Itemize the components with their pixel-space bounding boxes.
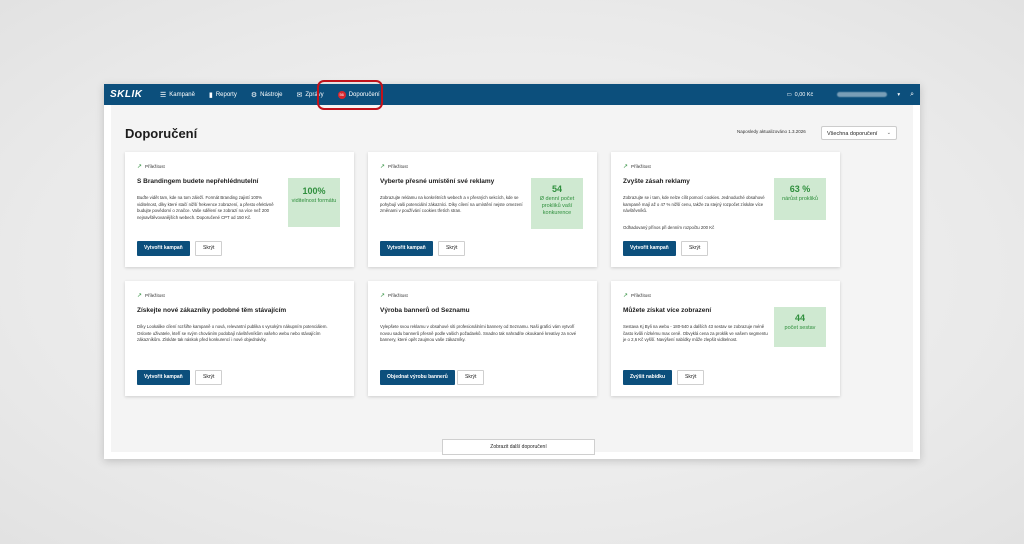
show-more-button[interactable]: Zobrazit další doporučení <box>442 439 595 455</box>
metric-label: viditelnost formátu <box>291 198 337 204</box>
trend-up-icon: ↗ <box>380 293 386 299</box>
metric-box: 44 počet sestav <box>774 307 826 347</box>
nav-item-nastroje[interactable]: ⚙ Nástroje <box>251 91 283 99</box>
credit-balance[interactable]: 0,00 Kč <box>795 92 814 98</box>
mail-icon: ✉ <box>296 91 303 99</box>
recommendation-card: ↗ Příležitost S Brandingem budete nepřehl… <box>125 152 354 267</box>
trend-up-icon: ↗ <box>623 293 629 299</box>
card-description: Zobrazujte reklamu na konkrétních webech… <box>380 195 523 214</box>
card-title: Výroba bannerů od Seznamu <box>380 307 470 314</box>
recommendation-card: ↗ Příležitost Zvyšte zásah reklamy Zobraz… <box>611 152 840 267</box>
wallet-icon: ▭ <box>786 91 792 98</box>
opportunity-tag: ↗ Příležitost <box>137 164 165 170</box>
main-content: Doporučení Naposledy aktualizováno 1.3.2… <box>111 105 913 455</box>
opportunity-tag: ↗ Příležitost <box>380 164 408 170</box>
nav-label: Reporty <box>215 91 237 98</box>
hide-button[interactable]: Skrýt <box>457 370 485 385</box>
metric-value: 44 <box>794 313 805 323</box>
card-description: Díky Lookalike cílení rozšiřte kampaně o… <box>137 324 328 343</box>
filter-value: Všechna doporučení <box>827 131 878 137</box>
trend-up-icon: ↗ <box>380 164 386 170</box>
card-title: S Brandingem budete nepřehlédnutelní <box>137 178 259 185</box>
order-banners-button[interactable]: Objednat výrobu bannerů <box>380 370 455 385</box>
nav-label: Nástroje <box>260 91 283 98</box>
trend-up-icon: ↗ <box>137 293 143 299</box>
top-navigation-bar: SKLIK ☰ Kampaně ▮ Reporty ⚙ Nástroje ✉ Z… <box>104 84 920 105</box>
app-window: SKLIK ☰ Kampaně ▮ Reporty ⚙ Nástroje ✉ Z… <box>104 84 920 459</box>
metric-box: 63 % nárůst prokliků <box>774 178 826 220</box>
metric-value: 100% <box>302 186 326 196</box>
hide-button[interactable]: Skrýt <box>195 370 223 385</box>
trend-up-icon: ↗ <box>137 164 143 170</box>
card-title: Získejte nové zákazníky podobné těm stáv… <box>137 307 287 314</box>
last-updated: Naposledy aktualizováno 1.3.2026 <box>737 129 806 134</box>
nav-label: Kampaně <box>169 91 195 98</box>
recommendation-card: ↗ Příležitost Získejte nové zákazníky pod… <box>125 281 354 396</box>
nav-item-kampane[interactable]: ☰ Kampaně <box>160 91 195 99</box>
menu-icon: ☰ <box>160 91 167 99</box>
metric-label: Ø denní počet prokliků vaší konkurence <box>539 196 575 216</box>
card-description: Zobrazujte se i tam, kde nelze cílit pom… <box>623 195 765 214</box>
opportunity-tag: ↗ Příležitost <box>380 293 408 299</box>
card-description: Vylepšete svou reklamu v obsahové síti p… <box>380 324 577 343</box>
recommendation-card: ↗ Příležitost Můžete získat více zobrazen… <box>611 281 840 396</box>
create-campaign-button[interactable]: Vytvořit kampaň <box>137 241 190 256</box>
filter-select[interactable]: Všechna doporučení ⌄ <box>821 126 897 140</box>
hide-button[interactable]: Skrýt <box>438 241 466 256</box>
card-title: Vyberte přesné umístění své reklamy <box>380 178 495 185</box>
metric-label: počet sestav <box>784 325 816 331</box>
recommendation-card: ↗ Příležitost Výroba bannerů od Seznamu V… <box>368 281 597 396</box>
metric-value: 63 % <box>789 184 811 194</box>
user-account-blurred[interactable] <box>837 92 888 97</box>
nav-item-reporty[interactable]: ▮ Reporty <box>209 91 237 99</box>
account-area: ▭ 0,00 Kč ▾ ⌕ <box>786 84 914 105</box>
opportunity-tag: ↗ Příležitost <box>623 293 651 299</box>
highlight-frame <box>317 80 383 110</box>
opportunity-tag: ↗ Příležitost <box>623 164 651 170</box>
metric-label: nárůst prokliků <box>782 196 818 202</box>
create-campaign-button[interactable]: Vytvořit kampaň <box>623 241 676 256</box>
hide-button[interactable]: Skrýt <box>195 241 223 256</box>
trend-up-icon: ↗ <box>623 164 629 170</box>
hide-button[interactable]: Skrýt <box>681 241 709 256</box>
create-campaign-button[interactable]: Vytvořit kampaň <box>137 370 190 385</box>
chevron-down-icon: ⌄ <box>886 130 891 136</box>
bar-chart-icon: ▮ <box>208 91 213 99</box>
card-description: Sestava Kj Byli na webu - 180-540 a dalš… <box>623 324 768 343</box>
card-description: Buďte vidět tam, kde na tom záleží. Form… <box>137 195 274 220</box>
metric-box: 54 Ø denní počet prokliků vaší konkurenc… <box>531 178 583 229</box>
chevron-down-icon[interactable]: ▾ <box>897 92 900 98</box>
increase-bid-button[interactable]: Zvýšit nabídku <box>623 370 673 385</box>
recommendation-card: ↗ Příležitost Vyberte přesné umístění své… <box>368 152 597 267</box>
card-note: Odhadovaný přínos při denním rozpočtu 20… <box>623 225 715 230</box>
page-title: Doporučení <box>125 126 198 141</box>
hide-button[interactable]: Skrýt <box>677 370 705 385</box>
create-campaign-button[interactable]: Vytvořit kampaň <box>380 241 433 256</box>
opportunity-tag: ↗ Příležitost <box>137 293 165 299</box>
card-title: Zvyšte zásah reklamy <box>623 178 690 185</box>
metric-value: 54 <box>551 184 562 194</box>
card-title: Můžete získat více zobrazení <box>623 307 712 314</box>
metric-box: 100% viditelnost formátu <box>288 178 340 227</box>
gear-icon: ⚙ <box>250 91 258 99</box>
sklik-logo[interactable]: SKLIK <box>110 89 143 100</box>
search-icon[interactable]: ⌕ <box>910 91 914 99</box>
